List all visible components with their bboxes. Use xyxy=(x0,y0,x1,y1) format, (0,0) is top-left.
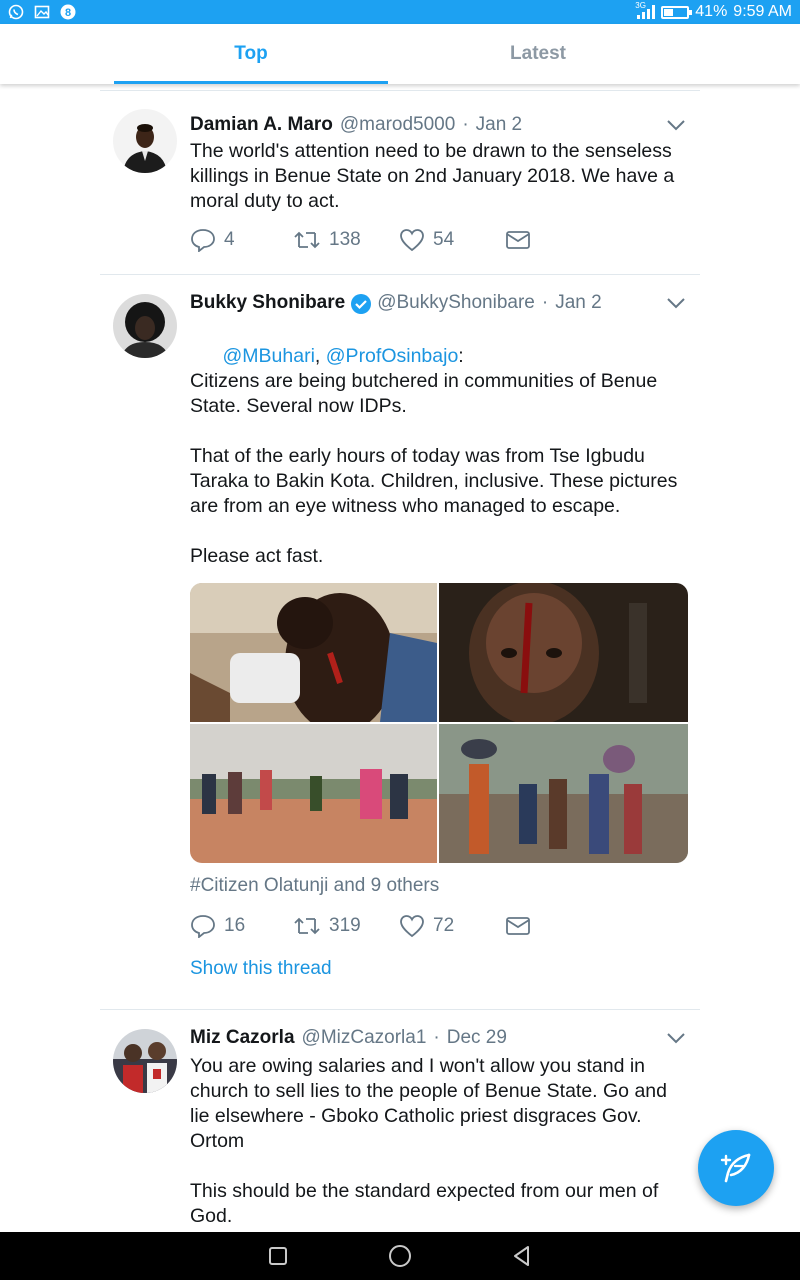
tweet-date: Jan 2 xyxy=(475,114,523,135)
photo-2[interactable] xyxy=(439,583,688,722)
like-button[interactable]: 54 xyxy=(399,228,505,252)
mention-link[interactable]: @ProfOsinbajo xyxy=(326,345,459,367)
media-grid[interactable] xyxy=(190,583,688,863)
like-button[interactable]: 72 xyxy=(399,914,505,938)
signal-icon: 3G xyxy=(635,1,656,19)
back-button[interactable] xyxy=(509,1243,535,1269)
reply-icon xyxy=(191,229,215,252)
reply-count: 4 xyxy=(224,229,235,250)
clock: 9:59 AM xyxy=(733,3,792,20)
reply-button[interactable]: 16 xyxy=(190,914,293,938)
status-bar: 8 3G 41% 9:59 AM xyxy=(0,0,800,24)
separator-dot: · xyxy=(541,292,549,313)
tweet-card[interactable]: Bukky Shonibare @BukkyShonibare · Jan 2 … xyxy=(100,275,700,1010)
like-count: 54 xyxy=(433,229,455,250)
tweet-date: Dec 29 xyxy=(446,1027,507,1048)
photo-3[interactable] xyxy=(190,724,437,863)
reply-button[interactable]: 4 xyxy=(190,228,293,252)
home-icon xyxy=(389,1245,411,1267)
author-handle[interactable]: @BukkyShonibare xyxy=(377,292,535,314)
tweet-header: Miz Cazorla @MizCazorla1 · Dec 29 xyxy=(190,1026,507,1050)
dm-button[interactable] xyxy=(505,230,531,250)
tweet-header: Bukky Shonibare @BukkyShonibare · Jan 2 xyxy=(190,291,602,315)
recents-icon xyxy=(269,1247,287,1265)
battery-icon xyxy=(661,5,693,19)
separator-dot: · xyxy=(462,114,469,135)
retweet-icon xyxy=(294,917,320,935)
chevron-down-icon[interactable] xyxy=(666,293,686,313)
tweet-card[interactable]: Miz Cazorla @MizCazorla1 · Dec 29 You ar… xyxy=(100,1010,700,1232)
author-name[interactable]: Damian A. Maro xyxy=(190,114,333,136)
tweet-text: The world's attention need to be drawn t… xyxy=(190,140,680,212)
tweet-text: You are owing salaries and I won't allow… xyxy=(190,1055,667,1227)
app-icon: 8 xyxy=(60,4,76,20)
reply-count: 16 xyxy=(224,915,246,936)
heart-icon xyxy=(400,915,424,938)
reply-icon xyxy=(191,915,215,938)
recents-button[interactable] xyxy=(265,1243,291,1269)
retweet-count: 319 xyxy=(329,915,361,936)
retweet-button[interactable]: 319 xyxy=(293,915,399,937)
gallery-icon xyxy=(34,4,50,20)
retweet-count: 138 xyxy=(329,229,361,250)
author-name[interactable]: Miz Cazorla xyxy=(190,1027,295,1049)
mention-colon: : xyxy=(458,345,464,367)
tweet-header: Damian A. Maro @marod5000 · Jan 2 xyxy=(190,113,522,137)
separator-dot: · xyxy=(433,1027,440,1048)
svg-text:8: 8 xyxy=(65,7,71,19)
network-type: 3G xyxy=(635,1,646,10)
avatar[interactable] xyxy=(113,109,177,173)
author-name[interactable]: Bukky Shonibare xyxy=(190,292,345,314)
tweet-actions: 4 138 54 xyxy=(190,225,531,255)
heart-icon xyxy=(400,229,424,252)
mention-link[interactable]: @MBuhari xyxy=(223,345,315,367)
photo-1[interactable] xyxy=(190,583,437,722)
avatar[interactable] xyxy=(113,1029,177,1093)
mail-icon xyxy=(506,917,530,935)
verified-badge-icon xyxy=(350,293,372,314)
compose-tweet-button[interactable] xyxy=(698,1130,774,1206)
show-thread-link[interactable]: Show this thread xyxy=(190,958,332,980)
mail-icon xyxy=(506,231,530,249)
retweet-icon xyxy=(294,231,320,249)
avatar[interactable] xyxy=(113,294,177,358)
dm-button[interactable] xyxy=(505,916,531,936)
author-handle[interactable]: @MizCazorla1 xyxy=(302,1027,427,1049)
tagged-users[interactable]: #Citizen Olatunji and 9 others xyxy=(190,875,439,897)
mention-separator: , xyxy=(314,345,326,367)
whatsapp-icon xyxy=(8,4,24,20)
tab-bar: Top Latest xyxy=(0,24,800,84)
system-nav-bar xyxy=(0,1232,800,1280)
tweet-feed[interactable]: Damian A. Maro @marod5000 · Jan 2 The wo… xyxy=(100,84,700,1232)
notification-icons: 8 xyxy=(8,4,76,20)
tweet-actions: 16 319 72 xyxy=(190,911,531,941)
home-button[interactable] xyxy=(387,1243,413,1269)
author-handle[interactable]: @marod5000 xyxy=(340,114,455,136)
tweet-date: Jan 2 xyxy=(555,292,602,313)
photo-4[interactable] xyxy=(439,724,688,863)
back-icon xyxy=(514,1246,529,1266)
chevron-down-icon[interactable] xyxy=(666,1028,686,1048)
tweet-card[interactable]: Damian A. Maro @marod5000 · Jan 2 The wo… xyxy=(100,90,700,275)
tab-latest[interactable]: Latest xyxy=(388,24,688,84)
compose-feather-icon xyxy=(720,1153,751,1183)
tab-top[interactable]: Top xyxy=(114,24,388,84)
retweet-button[interactable]: 138 xyxy=(293,229,399,251)
tweet-text: Citizens are being butchered in communit… xyxy=(190,370,678,567)
chevron-down-icon[interactable] xyxy=(666,115,686,135)
like-count: 72 xyxy=(433,915,455,936)
battery-percent: 41% xyxy=(695,3,728,20)
